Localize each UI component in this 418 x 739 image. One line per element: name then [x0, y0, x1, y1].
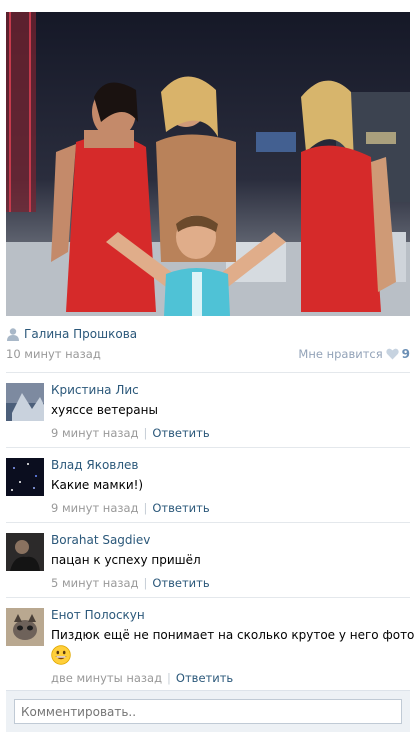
avatar-image — [6, 533, 44, 571]
comment-time[interactable]: 5 минут назад — [51, 576, 138, 590]
avatar-image — [6, 383, 44, 421]
comment-time[interactable]: 9 минут назад — [51, 501, 138, 515]
like-label: Мне нравится — [298, 347, 383, 361]
post-photo[interactable] — [6, 12, 410, 316]
post-timestamp[interactable]: 10 минут назад — [6, 347, 101, 361]
comment-author[interactable]: Кристина Лис — [51, 383, 139, 397]
comment-footer: 9 минут назад | Ответить — [51, 426, 210, 440]
comment-author[interactable]: Borahat Sagdiev — [51, 533, 150, 547]
comment-item: Кристина Лис хуяссе ветераны 9 минут наз… — [6, 383, 410, 443]
divider — [6, 522, 410, 523]
post-photo-image — [6, 12, 410, 316]
comment-text: Пиздюк ещё не понимает на сколько крутое… — [51, 628, 415, 642]
post-meta-row: 10 минут назад Мне нравится 9 — [6, 345, 410, 363]
comment-author[interactable]: Енот Полоскун — [51, 608, 145, 622]
user-icon — [7, 328, 19, 341]
like-count: 9 — [401, 347, 410, 361]
divider — [6, 597, 410, 598]
comment-item: Borahat Sagdiev пацан к успеху пришёл 5 … — [6, 533, 410, 593]
reply-button[interactable]: Ответить — [152, 426, 209, 440]
comment-time[interactable]: две минуты назад — [51, 671, 162, 685]
reply-button[interactable]: Ответить — [152, 501, 209, 515]
comment-text: Какие мамки!) — [51, 478, 144, 492]
separator: | — [143, 576, 148, 590]
divider — [6, 447, 410, 448]
grinning-face-emoji — [51, 645, 71, 665]
heart-icon — [385, 348, 399, 360]
comment-avatar[interactable] — [6, 533, 44, 571]
comment-text: пацан к успеху пришёл — [51, 553, 201, 567]
comment-time[interactable]: 9 минут назад — [51, 426, 138, 440]
avatar-image — [6, 458, 44, 496]
avatar-image — [6, 608, 44, 646]
comment-text: хуяссе ветераны — [51, 403, 158, 417]
comment-input[interactable] — [14, 699, 402, 724]
separator: | — [143, 501, 148, 515]
divider — [6, 372, 410, 373]
separator: | — [143, 426, 148, 440]
comment-compose-bar — [6, 690, 410, 732]
post-author-name[interactable]: Галина Прошкова — [24, 327, 137, 341]
comment-avatar[interactable] — [6, 608, 44, 646]
comment-avatar[interactable] — [6, 383, 44, 421]
like-button[interactable]: Мне нравится 9 — [298, 347, 410, 361]
separator: | — [167, 671, 171, 685]
comment-author[interactable]: Влад Яковлев — [51, 458, 139, 472]
reply-button[interactable]: Ответить — [176, 671, 233, 685]
comment-item: Влад Яковлев Какие мамки!) 9 минут назад… — [6, 458, 410, 518]
comment-item: Енот Полоскун Пиздюк ещё не понимает на … — [6, 608, 414, 688]
comment-footer: 9 минут назад | Ответить — [51, 501, 210, 515]
reply-button[interactable]: Ответить — [152, 576, 209, 590]
comment-footer: 5 минут назад | Ответить — [51, 576, 210, 590]
post-author-row: Галина Прошкова — [6, 325, 410, 343]
comment-avatar[interactable] — [6, 458, 44, 496]
comment-footer: две минуты назад | Ответить — [51, 671, 233, 685]
